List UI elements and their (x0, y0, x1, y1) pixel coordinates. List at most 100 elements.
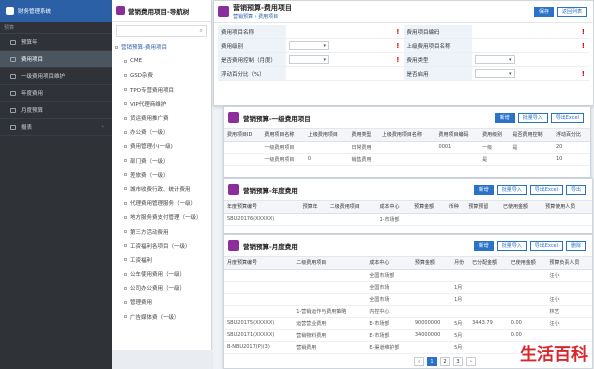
table-row[interactable]: SBU20175(XXXXX) 运营营业费用 E-市场部 90000000 5月 3443… (224, 317, 592, 330)
tree-node[interactable]: 营销预算-费用项目 (112, 40, 211, 54)
tree-node[interactable]: 公司办公费用（一级） (112, 281, 211, 295)
toolbar-button[interactable]: 批量导入 (496, 184, 527, 195)
tree-node[interactable]: 货运费用推广费 (112, 111, 211, 125)
column-header[interactable]: 成本中心 (366, 257, 412, 270)
tree-node[interactable]: 差旅费（一级） (112, 168, 211, 182)
tree-node[interactable]: 地方服务费支付管理（一级） (112, 210, 211, 224)
table-cell: 5月 (451, 317, 470, 330)
tree-node[interactable]: 公车使用费用（一级） (112, 267, 211, 281)
toolbar-button[interactable]: 新增 (494, 112, 515, 123)
breadcrumb[interactable]: 营销预算 › 费用项目 (233, 13, 292, 20)
sidebar-item[interactable]: 报表 › (0, 119, 112, 136)
table-row[interactable]: 全国市场部 汪小 (224, 269, 592, 282)
tree-node[interactable]: TPO专营费用项目 (112, 83, 211, 97)
tree-node[interactable]: 城市收费行政、统计费用 (112, 182, 211, 196)
chevron-right-icon[interactable]: › (102, 124, 104, 130)
column-header[interactable]: 预算负责人员 (546, 257, 592, 270)
column-header[interactable]: 费用项目编码 (435, 129, 480, 142)
page-number-button[interactable]: 2 (440, 357, 450, 366)
column-header[interactable]: 费用项目ID (224, 129, 262, 142)
sidebar-item[interactable]: 月度预算 (0, 102, 112, 119)
form-field-input[interactable]: ! (286, 25, 404, 38)
toolbar-button[interactable]: 批量导入 (496, 240, 527, 251)
table-row[interactable]: 一级费用项目 日常费用 0001 一级是 20 (224, 141, 590, 154)
table-row[interactable]: 一级费用项目 0 销售费用 是 10 (224, 153, 590, 166)
sidebar-item[interactable]: 预算年 (0, 34, 112, 51)
tree-node[interactable]: GSD杂费 (112, 68, 211, 82)
select-dropdown[interactable]: ▾ (474, 69, 515, 78)
column-header[interactable]: 币种 (445, 201, 466, 214)
toolbar-button[interactable]: 批量导入 (517, 112, 548, 123)
form-field-input[interactable]: ! (472, 39, 590, 52)
column-header[interactable]: 已使用金额 (507, 257, 547, 270)
toolbar-button[interactable]: 导出 (565, 184, 586, 195)
tree-node[interactable]: CME (112, 54, 211, 68)
column-header[interactable]: 成本中心 (376, 201, 412, 214)
table-cell (411, 305, 452, 318)
column-header[interactable]: 费用类型 (348, 129, 379, 142)
toolbar-button[interactable]: 导出Excel (550, 112, 584, 123)
toolbar-button[interactable]: 新增 (473, 184, 494, 195)
select-dropdown[interactable]: ▾ (474, 55, 515, 64)
tree-node[interactable]: 部门费（一级） (112, 154, 211, 168)
tree-leaf-icon (124, 88, 127, 92)
table-row[interactable]: 全国市场 1月 汪小 (224, 293, 592, 306)
tree-node[interactable]: 费用管理小(一级) (112, 139, 211, 153)
search-icon[interactable]: ⌕ (200, 27, 203, 35)
tree-node[interactable]: VIP代理商维护 (112, 97, 211, 111)
column-header[interactable]: 已使用金额 (500, 201, 543, 214)
form-field-input[interactable]: ▾ (472, 53, 590, 66)
column-header[interactable]: 预算金额 (411, 201, 446, 214)
select-dropdown[interactable]: ▾ (289, 41, 329, 50)
table-row[interactable]: 全国市场 1月 (224, 281, 592, 294)
column-header[interactable]: 二级费用项目 (293, 257, 367, 270)
form-field-input[interactable] (286, 67, 404, 80)
tree-node[interactable]: 代理费用管理服务（一级） (112, 196, 211, 210)
page-number-button[interactable]: 3 (453, 357, 463, 366)
sidebar-item[interactable]: 年度费用 (0, 85, 112, 102)
next-page-icon[interactable]: › (466, 357, 476, 366)
column-header[interactable]: 上级费用项目 (304, 129, 349, 142)
column-header[interactable]: 预算预留 (465, 201, 501, 214)
column-header[interactable]: 是否费用控制 (509, 129, 553, 142)
column-header[interactable]: 预算金额 (411, 257, 452, 270)
table-cell (224, 141, 262, 154)
tree-node[interactable]: 工资福利 (112, 253, 211, 267)
tree-node[interactable]: 办公费（一级） (112, 125, 211, 139)
toolbar-button[interactable]: 删除 (565, 240, 586, 251)
table-row[interactable]: 1-营销运作与费用策略 内控中心 林艺 (224, 305, 592, 318)
tree-node[interactable]: 工资福利各项目（一级） (112, 239, 211, 253)
toolbar-button[interactable]: 导出Excel (529, 184, 563, 195)
column-header[interactable]: 预算年 (299, 201, 327, 214)
tree-node[interactable]: 第三方活动费用 (112, 224, 211, 238)
column-header[interactable]: 费用级别 (479, 129, 510, 142)
column-header[interactable]: 预算使用人员 (542, 201, 592, 214)
tree-node[interactable]: 管理费用 (112, 295, 211, 309)
column-header[interactable]: 浮动百分比 (553, 129, 590, 142)
form-field-input[interactable]: ▾! (286, 53, 404, 66)
column-header[interactable]: 费用项目名称 (261, 129, 305, 142)
select-dropdown[interactable]: ▾ (289, 55, 329, 64)
sidebar-item[interactable]: 费用项目 (0, 51, 112, 68)
page-number-button[interactable]: 1 (427, 357, 437, 366)
sidebar-item[interactable]: 一级费用项目维护 (0, 68, 112, 85)
form-field-input[interactable]: ▾! (472, 67, 590, 80)
column-header[interactable]: 月份 (451, 257, 470, 270)
tree-search-input[interactable]: ⌕ (116, 25, 207, 37)
column-header[interactable]: 月度预算编号 (224, 257, 294, 270)
save-button[interactable]: 保存 (533, 6, 554, 17)
table-row[interactable]: SBU20176(XXXXX) 1-市场部 (224, 213, 592, 226)
prev-page-icon[interactable]: ‹ (414, 357, 424, 366)
column-header[interactable]: 二级费用项目 (326, 201, 377, 214)
toolbar-button[interactable]: 导出Excel (529, 240, 563, 251)
form-field-input[interactable]: ▾! (286, 39, 404, 52)
column-header[interactable]: 上级费用项目名称 (378, 129, 436, 142)
column-header[interactable]: 已分配金额 (469, 257, 508, 270)
table-cell: 34000000 (411, 329, 452, 342)
toolbar-button[interactable]: 新增 (473, 240, 494, 251)
tree-node[interactable]: 广告媒体费（一级） (112, 310, 211, 324)
column-header[interactable]: 年度预算编号 (224, 201, 300, 214)
form-field-input[interactable]: ! (472, 25, 590, 38)
back-to-list-button[interactable]: 返回列表 (556, 6, 587, 17)
table-cell (224, 293, 294, 306)
